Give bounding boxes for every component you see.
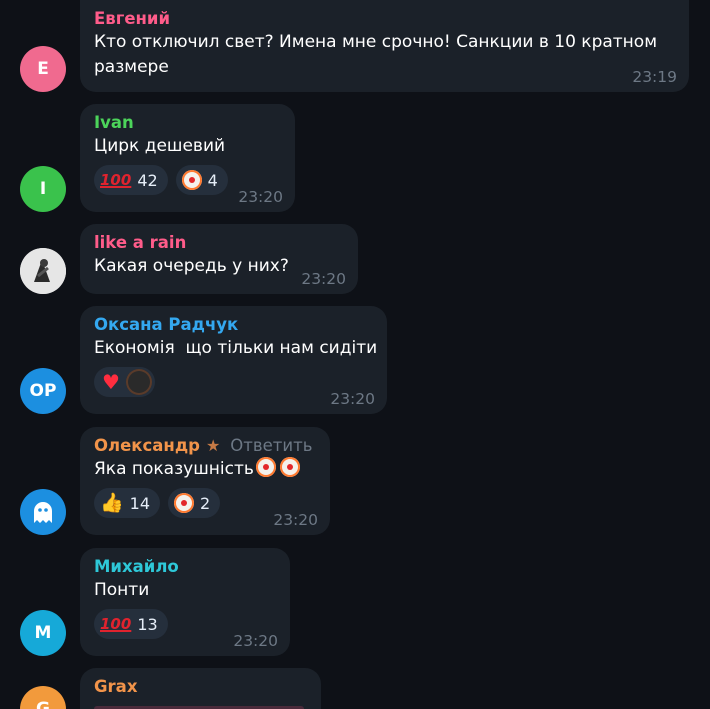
reaction-clown[interactable]: 4 xyxy=(175,165,228,195)
reaction-hundred[interactable]: 100 13 xyxy=(94,609,168,639)
message-bubble[interactable]: Олександр ★ Ответить Яка показушність 👍 14… xyxy=(80,427,330,535)
avatar-myhailo[interactable]: M xyxy=(20,610,66,656)
sender-name[interactable]: like a rain xyxy=(94,232,344,254)
avatar-grax[interactable]: G xyxy=(20,686,66,709)
reaction-hundred[interactable]: 100 42 xyxy=(94,165,168,195)
avatar-like-a-rain[interactable] xyxy=(20,248,66,294)
message-grax[interactable]: G Grax xyxy=(0,668,710,709)
message-bubble[interactable]: like a rain Какая очередь у них? 23:20 xyxy=(80,224,358,294)
message-text: Кто отключил свет? Имена мне срочно! Сан… xyxy=(94,32,658,77)
avatar-evgeniy[interactable]: Е xyxy=(20,46,66,92)
message-oleksandr[interactable]: Олександр ★ Ответить Яка показушність 👍 14… xyxy=(0,427,710,537)
thumbs-up-icon: 👍 xyxy=(100,491,124,514)
reaction-heart[interactable]: ♥ xyxy=(94,367,155,397)
profile-photo xyxy=(20,248,66,294)
message-text: Економія що тільки нам сидіти xyxy=(94,338,378,358)
avatar-letter: G xyxy=(36,699,50,709)
message-time: 23:19 xyxy=(632,68,677,86)
message-text: Яка показушність xyxy=(94,459,254,479)
message-time: 23:20 xyxy=(301,270,346,288)
avatar-letter: M xyxy=(34,623,52,643)
reaction-clown[interactable]: 2 xyxy=(168,488,221,518)
reply-button[interactable]: Ответить xyxy=(230,436,312,455)
reaction-count: 4 xyxy=(207,170,218,190)
reaction-count: 14 xyxy=(129,493,151,513)
message-text: Цирк дешевий xyxy=(94,136,226,156)
reaction-count: 42 xyxy=(137,170,158,190)
hundred-points-icon: 100 xyxy=(100,170,132,189)
avatar-oleksandr[interactable] xyxy=(20,489,66,535)
star-icon: ★ xyxy=(205,436,221,455)
message-time: 23:20 xyxy=(238,188,283,206)
message-ivan[interactable]: I Ivan Цирк дешевий 100 42 4 23:20 xyxy=(0,104,710,214)
sender-name[interactable]: Олександр xyxy=(94,436,200,455)
avatar-letter: I xyxy=(39,179,47,199)
message-oksana[interactable]: OP Оксана Радчук Економія що тільки нам … xyxy=(0,306,710,416)
message-text: Понти xyxy=(94,580,150,600)
message-time: 23:20 xyxy=(273,511,318,529)
red-heart-icon: ♥ xyxy=(102,370,120,394)
ghost-icon xyxy=(34,502,52,523)
sender-name[interactable]: Михайло xyxy=(94,556,276,578)
reactor-avatar xyxy=(125,369,152,395)
message-like-a-rain[interactable]: like a rain Какая очередь у них? 23:20 xyxy=(0,224,710,296)
clown-face-icon xyxy=(255,457,276,477)
message-time: 23:20 xyxy=(233,632,278,650)
reaction-thumbs-up[interactable]: 👍 14 xyxy=(94,488,161,518)
message-text-row: Яка показушність xyxy=(94,457,316,482)
clown-face-icon xyxy=(279,457,300,477)
message-bubble[interactable]: Оксана Радчук Економія що тільки нам сид… xyxy=(80,306,387,414)
avatar-oksana[interactable]: OP xyxy=(20,368,66,414)
sender-name[interactable]: Grax xyxy=(94,676,307,698)
avatar-ivan[interactable]: I xyxy=(20,166,66,212)
message-bubble[interactable]: Ivan Цирк дешевий 100 42 4 23:20 xyxy=(80,104,295,212)
reaction-count: 2 xyxy=(200,493,211,513)
clown-face-icon xyxy=(181,170,202,190)
sender-name[interactable]: Ivan xyxy=(94,112,281,134)
sender-name[interactable]: Оксана Радчук xyxy=(94,314,373,336)
message-bubble[interactable]: Евгений Кто отключил свет? Имена мне сро… xyxy=(80,0,689,92)
reaction-count: 13 xyxy=(137,614,158,634)
clown-face-icon xyxy=(174,493,195,513)
avatar-letter: Е xyxy=(37,59,49,79)
message-bubble[interactable]: Grax xyxy=(80,668,321,709)
sender-name-row: Олександр ★ Ответить xyxy=(94,435,316,457)
message-evgeniy[interactable]: Е Евгений Кто отключил свет? Имена мне с… xyxy=(0,0,710,95)
hundred-points-icon: 100 xyxy=(100,614,132,633)
avatar-letter: OP xyxy=(29,381,57,401)
message-time: 23:20 xyxy=(330,390,375,408)
message-bubble[interactable]: Михайло Понти 100 13 23:20 xyxy=(80,548,290,656)
message-myhailo[interactable]: M Михайло Понти 100 13 23:20 xyxy=(0,548,710,658)
sender-name[interactable]: Евгений xyxy=(94,8,675,30)
